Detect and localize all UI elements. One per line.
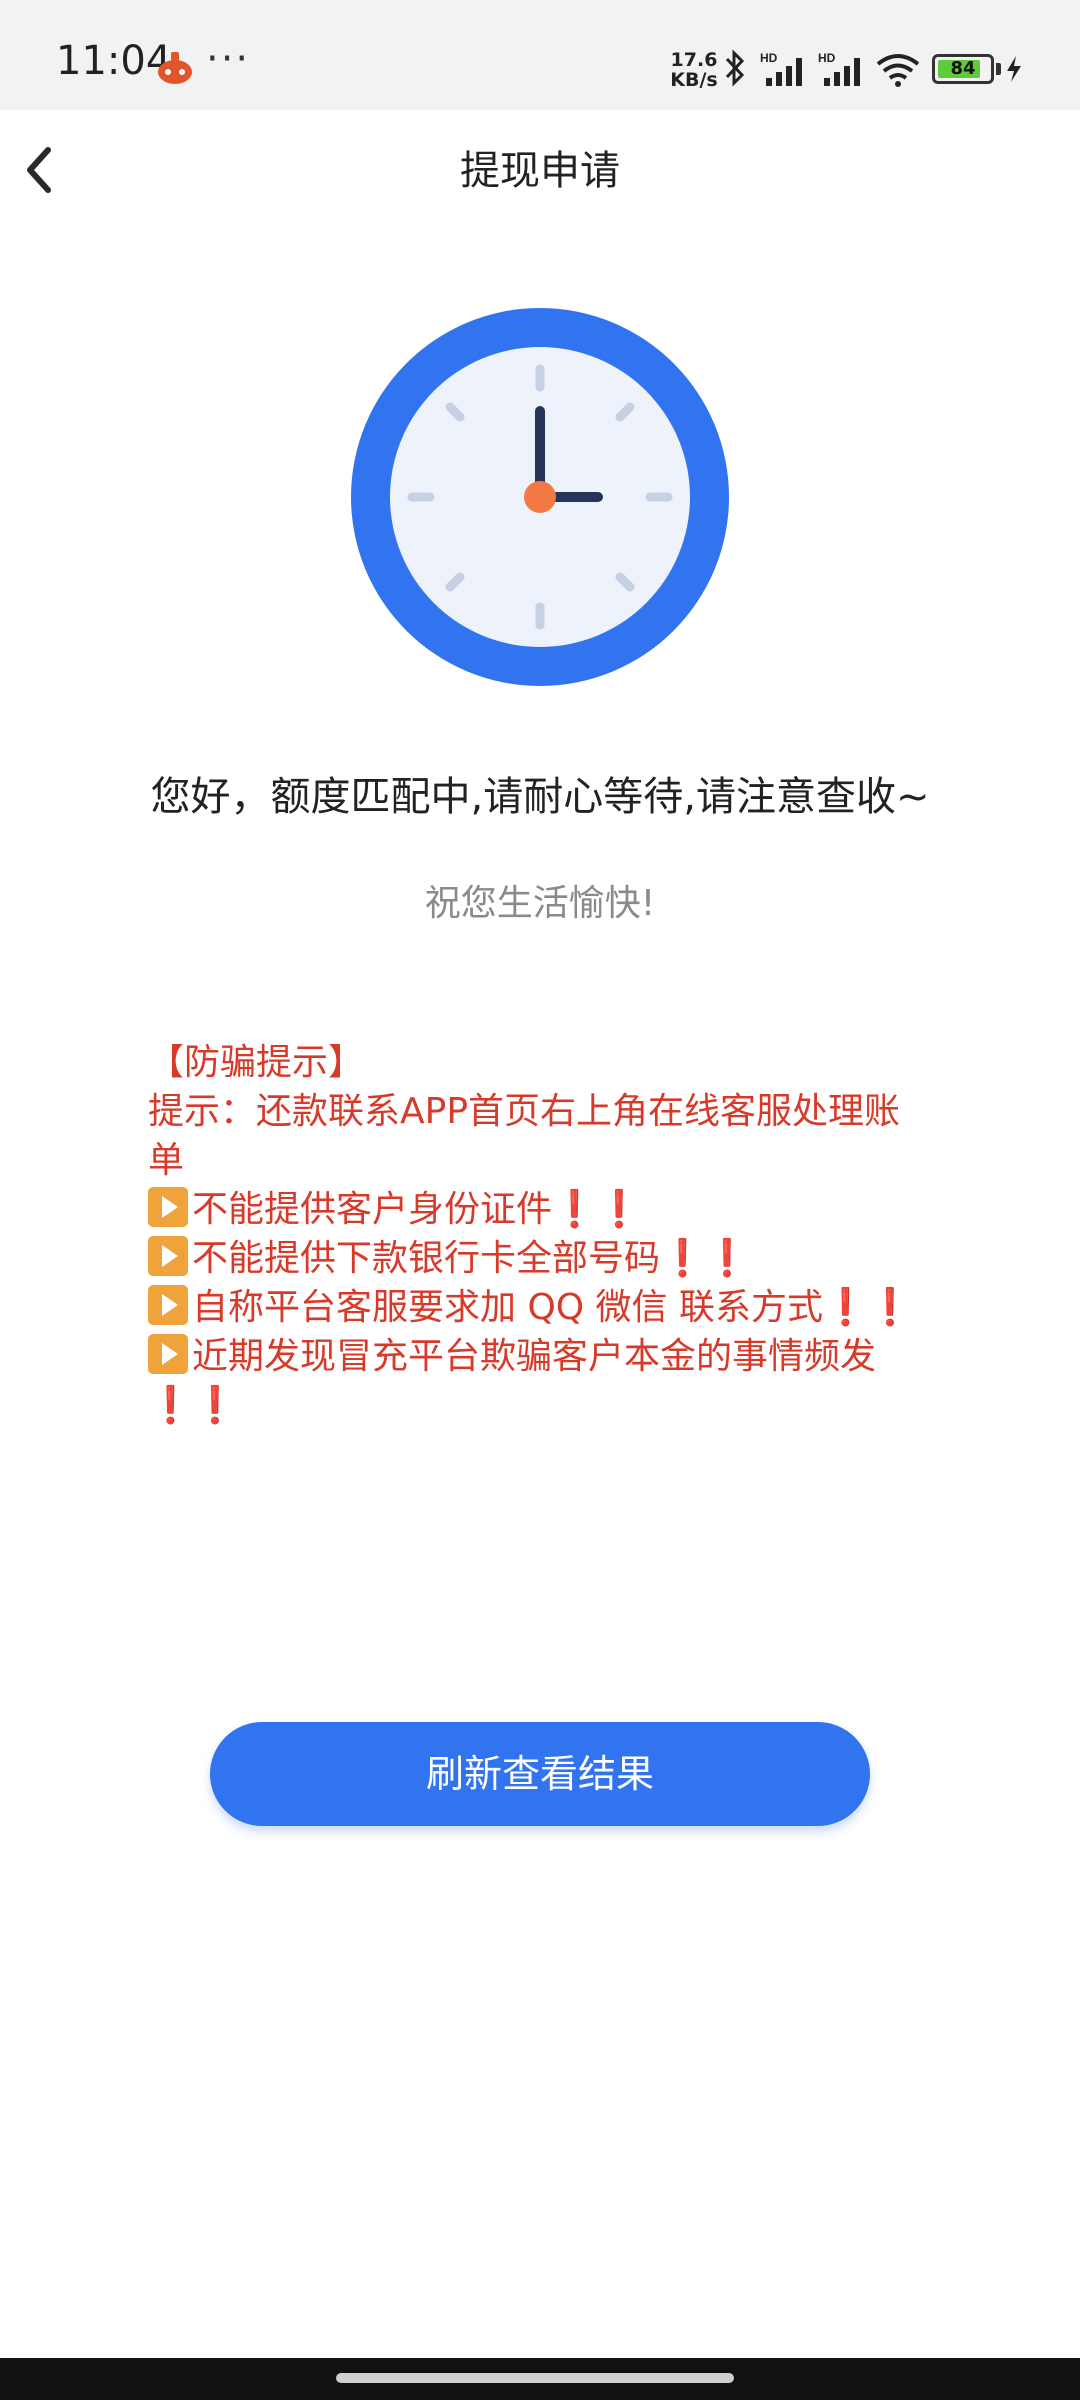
- signal-hd-label-2: HD: [818, 51, 836, 65]
- notice-item-text: 近期发现冒充平台欺骗客户本金的事情频发: [192, 1336, 877, 1377]
- battery-icon: 84: [932, 54, 994, 84]
- network-speed-value: 17.6: [670, 49, 718, 71]
- notice-item-text: 自称平台客服要求加 QQ 微信 联系方式: [192, 1287, 824, 1328]
- bluetooth-icon: [725, 49, 745, 87]
- page-title: 提现申请: [460, 148, 620, 194]
- exclamation-icon: ❗❗: [552, 1189, 642, 1230]
- notice-item-text: 不能提供客户身份证件: [192, 1189, 553, 1230]
- exclamation-icon: ❗❗: [823, 1287, 913, 1328]
- notice-item: 近期发现冒充平台欺骗客户本金的事情频发 ❗❗: [148, 1332, 928, 1430]
- notice-item: 不能提供下款银行卡全部号码❗❗: [148, 1234, 928, 1283]
- play-icon: [148, 1285, 188, 1325]
- exclamation-icon: ❗❗: [148, 1385, 238, 1426]
- signal-icon-2: HD: [818, 51, 860, 86]
- battery-tip: [996, 63, 1001, 75]
- refresh-result-button[interactable]: 刷新查看结果: [210, 1722, 870, 1826]
- play-icon: [148, 1236, 188, 1276]
- greeting-message: 祝您生活愉快!: [424, 883, 656, 924]
- app-notification-icon: [158, 52, 192, 84]
- home-indicator[interactable]: [336, 2373, 734, 2383]
- status-message: 您好，额度匹配中,请耐心等待,请注意查收~: [150, 774, 930, 820]
- wifi-icon: [876, 54, 920, 87]
- notice-tip: 提示：还款联系APP首页右上角在线客服处理账单: [148, 1091, 901, 1181]
- play-icon: [148, 1334, 188, 1374]
- signal-hd-label: HD: [760, 51, 778, 65]
- more-notifications-icon: ···: [206, 36, 251, 82]
- status-bar: 11:04 ··· 17.6 KB/s HD HD 84: [0, 0, 1080, 110]
- battery-percent: 84: [950, 58, 976, 79]
- anti-fraud-notice: 【防骗提示】 提示：还款联系APP首页右上角在线客服处理账单 不能提供客户身份证…: [148, 1038, 928, 1430]
- play-icon: [148, 1187, 188, 1227]
- network-speed-unit: KB/s: [670, 69, 718, 91]
- clock-icon: [351, 308, 729, 686]
- notice-item: 不能提供客户身份证件❗❗: [148, 1185, 928, 1234]
- navigation-bar: 提现申请: [0, 110, 1080, 226]
- signal-icon: HD: [760, 51, 802, 86]
- notice-item-text: 不能提供下款银行卡全部号码: [192, 1238, 661, 1279]
- exclamation-icon: ❗❗: [660, 1238, 750, 1279]
- notice-item: 自称平台客服要求加 QQ 微信 联系方式❗❗: [148, 1283, 928, 1332]
- charging-icon: [1007, 56, 1021, 82]
- notice-heading: 【防骗提示】: [148, 1042, 365, 1083]
- network-speed: 17.6 KB/s: [666, 50, 722, 90]
